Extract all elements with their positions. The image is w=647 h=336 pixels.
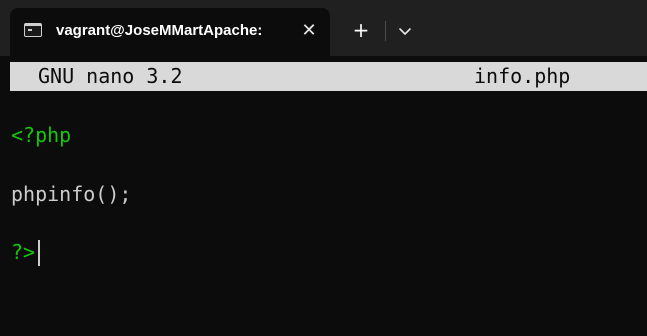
code-line[interactable]: <?php [11, 121, 71, 149]
code-line[interactable]: phpinfo(); [11, 180, 131, 208]
tab-bar: vagrant@JoseMMartApache: ✕ + [0, 0, 647, 56]
nano-title-bar: GNU nano 3.2 info.php [10, 62, 647, 91]
tab-separator [385, 21, 386, 41]
terminal-content[interactable]: GNU nano 3.2 info.php <?php phpinfo(); ?… [0, 56, 647, 336]
close-icon[interactable]: ✕ [296, 18, 322, 44]
tab-active[interactable]: vagrant@JoseMMartApache: ✕ [10, 8, 330, 56]
terminal-icon [24, 23, 42, 37]
tab-title: vagrant@JoseMMartApache: [56, 22, 263, 39]
code-line[interactable]: ?> [11, 238, 35, 266]
nano-version: GNU nano 3.2 [38, 64, 183, 88]
chevron-down-icon[interactable] [392, 19, 418, 45]
nano-filename: info.php [474, 64, 571, 88]
new-tab-button[interactable]: + [346, 17, 376, 45]
text-cursor [38, 240, 40, 266]
terminal-window: vagrant@JoseMMartApache: ✕ + GNU nano 3.… [0, 0, 647, 336]
